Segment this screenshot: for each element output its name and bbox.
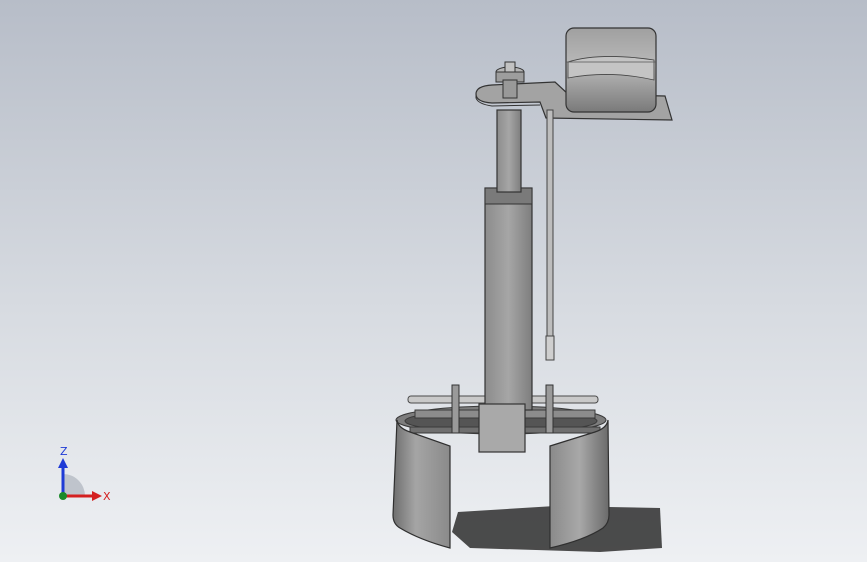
model-viewport[interactable] — [0, 0, 867, 562]
z-axis-arrow-icon — [58, 458, 68, 468]
x-axis-arrow-icon — [92, 491, 102, 501]
axis-triad: Z X — [58, 445, 111, 503]
motor-block[interactable] — [565, 27, 657, 113]
z-axis-label: Z — [60, 445, 68, 458]
column-upper[interactable] — [496, 109, 522, 193]
y-axis-dot-icon — [59, 492, 67, 500]
base-shell-left[interactable] — [392, 419, 451, 549]
triad-base-wedge — [63, 474, 85, 496]
x-axis-label: X — [103, 490, 111, 503]
column-lower[interactable] — [478, 187, 533, 453]
base-shell-right[interactable] — [549, 419, 610, 549]
hanging-rod[interactable] — [545, 109, 555, 361]
